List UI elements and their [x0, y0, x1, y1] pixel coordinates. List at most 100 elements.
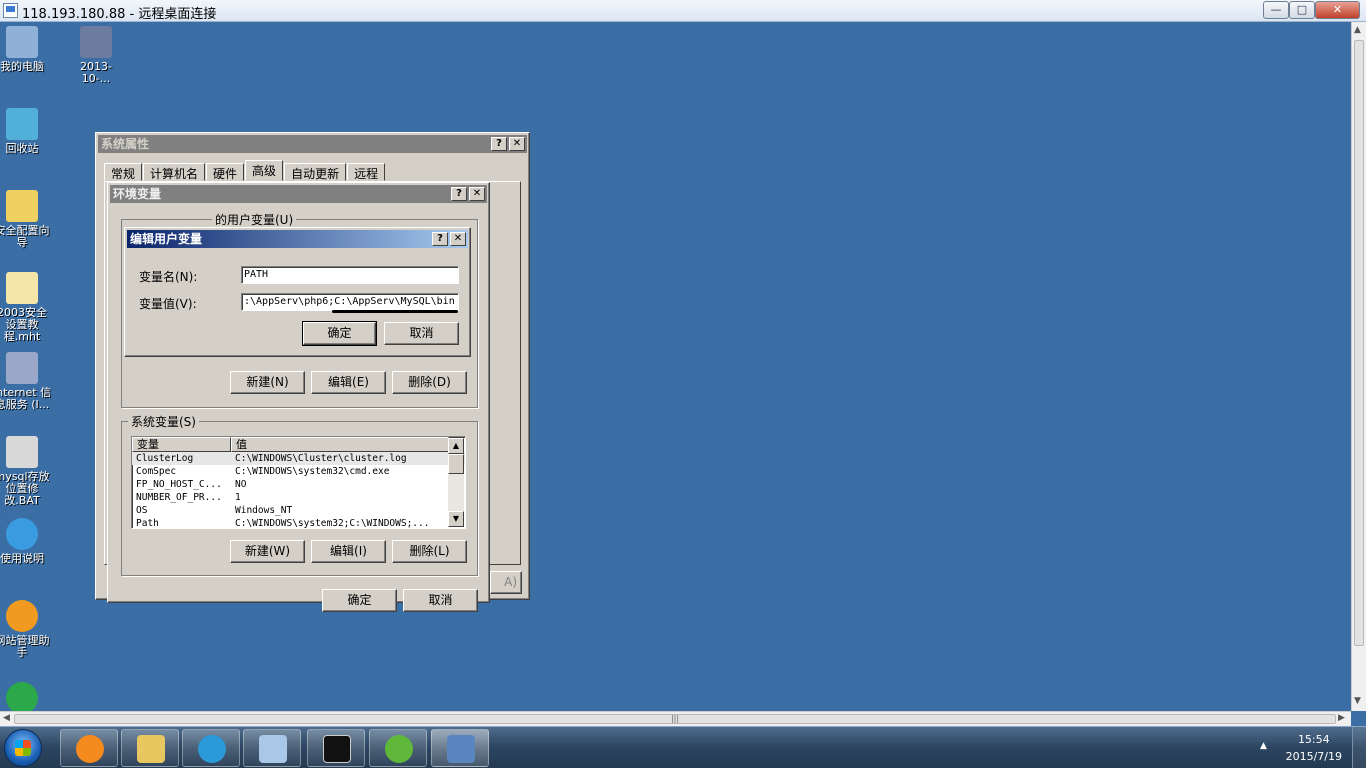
column-variable[interactable]: 变量 — [132, 437, 231, 452]
recycle-bin-icon — [6, 108, 38, 140]
mht-file-icon — [6, 272, 38, 304]
desktop-icon-ie[interactable]: 使用说明 — [0, 518, 52, 565]
variable-value-input[interactable]: :\AppServ\php6;C:\AppServ\MySQL\bin — [241, 293, 459, 311]
tab-auto-update[interactable]: 自动更新 — [284, 163, 347, 181]
variable-name-label: 变量名(N): — [139, 270, 198, 284]
system-new-button[interactable]: 新建(W) — [230, 540, 305, 563]
desktop-icon-site-helper[interactable]: 网站管理助手 — [0, 600, 52, 659]
help-button[interactable]: ? — [432, 232, 448, 246]
bat-file-icon — [6, 436, 38, 468]
system-properties-titlebar[interactable]: 系统属性 ? ✕ — [98, 135, 527, 153]
desktop-icon-recycle-bin[interactable]: 回收站 — [0, 108, 52, 155]
annotation-underline — [332, 310, 458, 313]
clock[interactable]: 15:54 2015/7/19 — [1286, 731, 1342, 765]
clock-time: 15:54 — [1297, 733, 1330, 746]
scroll-up-icon[interactable]: ▲ — [1354, 25, 1361, 35]
system-edit-button[interactable]: 编辑(I) — [311, 540, 386, 563]
list-scrollbar[interactable]: ▲ ▼ — [448, 438, 464, 527]
taskbar-item-notepad[interactable] — [243, 729, 301, 767]
vertical-scroll-thumb[interactable] — [1354, 40, 1364, 646]
tab-computer-name[interactable]: 计算机名 — [143, 163, 206, 181]
image-file-icon — [80, 26, 112, 58]
orange-app-icon — [76, 735, 104, 763]
desktop-icon-iis[interactable]: Internet 信息服务 (I... — [0, 352, 52, 411]
close-button[interactable]: ✕ — [450, 232, 466, 246]
clock-date: 2015/7/19 — [1285, 750, 1342, 763]
taskbar-item-code[interactable] — [369, 729, 427, 767]
scroll-up-icon[interactable]: ▲ — [448, 438, 464, 454]
command-prompt-icon — [323, 735, 351, 763]
help-button[interactable]: ? — [491, 137, 507, 151]
taskbar-item-cmd[interactable] — [307, 729, 365, 767]
remote-desktop-icon — [447, 735, 475, 763]
scroll-left-icon[interactable]: ◀ — [3, 713, 10, 723]
security-wizard-icon — [6, 190, 38, 222]
taskbar-item-orange[interactable] — [60, 729, 118, 767]
help-button[interactable]: ? — [451, 187, 467, 201]
user-edit-button[interactable]: 编辑(E) — [311, 371, 386, 394]
edit-user-variable-titlebar[interactable]: 编辑用户变量 ? ✕ — [127, 230, 468, 248]
system-variables-list[interactable]: 变量 值 ClusterLog C:\WINDOWS\Cluster\clust… — [131, 436, 466, 529]
show-desktop-button[interactable] — [1352, 727, 1366, 768]
notepad-icon — [259, 735, 287, 763]
close-button[interactable]: ✕ — [509, 137, 525, 151]
table-row[interactable]: FP_NO_HOST_C... NO — [132, 478, 465, 491]
scroll-down-icon[interactable]: ▼ — [1354, 696, 1361, 706]
file-explorer-icon — [137, 735, 165, 763]
scroll-right-icon[interactable]: ▶ — [1338, 713, 1345, 723]
user-delete-button[interactable]: 删除(D) — [392, 371, 467, 394]
iis-icon — [6, 352, 38, 384]
table-row[interactable]: ClusterLog C:\WINDOWS\Cluster\cluster.lo… — [132, 452, 465, 465]
w-shield-icon — [6, 682, 38, 711]
column-value[interactable]: 值 — [231, 437, 449, 452]
desktop-icon-security-wizard[interactable]: 安全配置向导 — [0, 190, 52, 249]
desktop-icon-mht[interactable]: 2003安全设置教程.mht — [0, 272, 52, 343]
maximize-button[interactable]: □ — [1289, 1, 1315, 19]
remote-desktop-area: 我的电脑 2013-10-... 回收站 安全配置向导 2003安全设置教程.m… — [0, 22, 1351, 711]
tab-remote[interactable]: 远程 — [347, 163, 386, 181]
start-button[interactable] — [4, 729, 42, 767]
desktop-icon-bat[interactable]: mysql存放位置修改.BAT — [0, 436, 52, 507]
table-row[interactable]: ComSpec C:\WINDOWS\system32\cmd.exe — [132, 465, 465, 478]
tab-general[interactable]: 常规 — [104, 163, 143, 181]
close-button[interactable]: ✕ — [1315, 1, 1360, 19]
tab-hardware[interactable]: 硬件 — [206, 163, 245, 181]
variable-value-label: 变量值(V): — [139, 297, 197, 311]
computer-icon — [6, 26, 38, 58]
table-row[interactable]: NUMBER_OF_PR... 1 — [132, 491, 465, 504]
site-helper-icon — [6, 600, 38, 632]
remote-desktop-icon — [3, 3, 18, 18]
scroll-thumb[interactable] — [448, 454, 464, 474]
taskbar-item-baidu[interactable] — [182, 729, 240, 767]
table-row[interactable]: OS Windows_NT — [132, 504, 465, 517]
edit-cancel-button[interactable]: 取消 — [384, 322, 459, 345]
edit-ok-button[interactable]: 确定 — [302, 321, 377, 346]
vertical-scrollbar[interactable]: ▲ ▼ — [1351, 22, 1366, 711]
system-delete-button[interactable]: 删除(L) — [392, 540, 467, 563]
env-cancel-button[interactable]: 取消 — [403, 589, 478, 612]
baidu-yun-icon — [198, 735, 226, 763]
apply-button[interactable]: A) — [490, 571, 522, 594]
window-title: 118.193.180.88 - 远程桌面连接 — [22, 7, 217, 22]
horizontal-scrollbar[interactable]: ◀ ||| ▶ — [0, 711, 1351, 726]
desktop-icon-image[interactable]: 2013-10-... — [66, 26, 126, 85]
close-button[interactable]: ✕ — [469, 187, 485, 201]
remote-desktop-titlebar[interactable]: 118.193.180.88 - 远程桌面连接 — □ ✕ — [0, 0, 1366, 22]
table-row[interactable]: Path C:\WINDOWS\system32;C:\WINDOWS;... — [132, 517, 465, 528]
desktop-icon-my-computer[interactable]: 我的电脑 — [0, 26, 52, 73]
horizontal-scroll-thumb[interactable]: ||| — [14, 714, 1336, 724]
taskbar-item-explorer[interactable] — [121, 729, 179, 767]
edit-user-variable-dialog: 编辑用户变量 ? ✕ 变量名(N): PATH 变量值(V): :\AppSer… — [124, 227, 471, 357]
code-braces-icon — [385, 735, 413, 763]
ie-icon — [6, 518, 38, 550]
user-new-button[interactable]: 新建(N) — [230, 371, 305, 394]
desktop-icon-w-shield[interactable] — [0, 682, 52, 711]
minimize-button[interactable]: — — [1263, 1, 1289, 19]
variable-name-input[interactable]: PATH — [241, 266, 459, 284]
tab-advanced[interactable]: 高级 — [245, 160, 284, 181]
taskbar-item-remote-desktop[interactable] — [431, 729, 489, 767]
scroll-down-icon[interactable]: ▼ — [448, 511, 464, 527]
environment-variables-titlebar[interactable]: 环境变量 ? ✕ — [110, 185, 487, 203]
tray-expand-icon[interactable]: ▲ — [1260, 741, 1267, 751]
env-ok-button[interactable]: 确定 — [322, 589, 397, 612]
